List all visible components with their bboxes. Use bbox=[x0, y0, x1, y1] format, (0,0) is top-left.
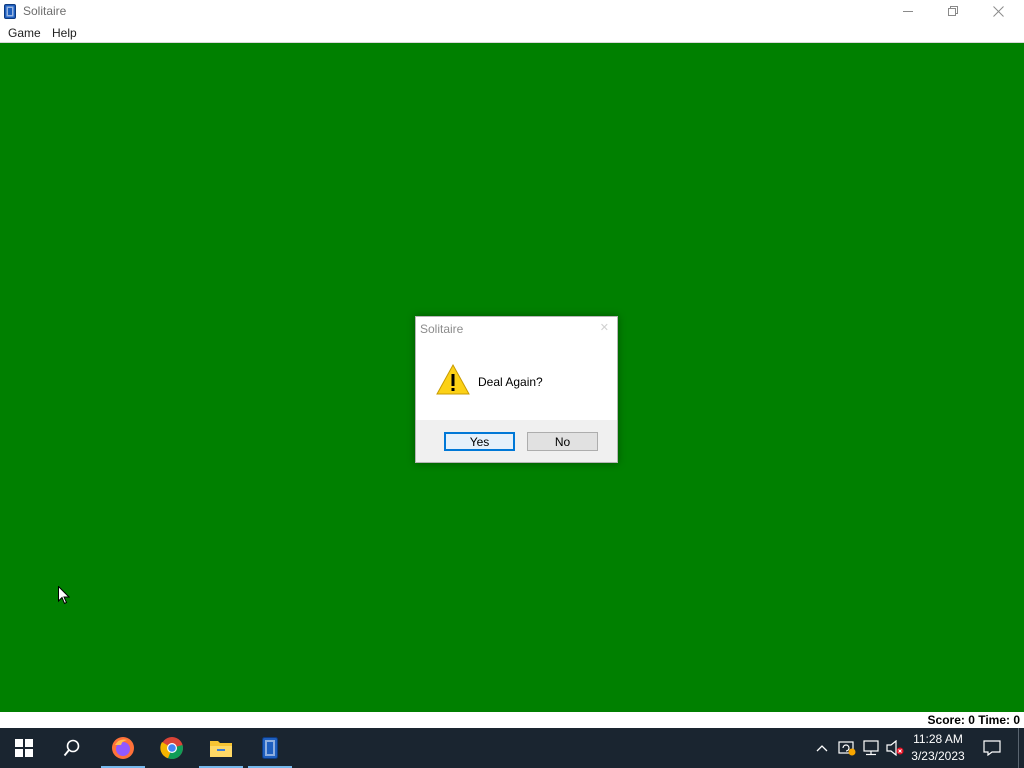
taskbar-chrome[interactable] bbox=[148, 728, 196, 768]
score-time-text: Score: 0 Time: 0 bbox=[927, 713, 1020, 727]
no-button[interactable]: No bbox=[527, 432, 598, 451]
show-desktop-divider[interactable] bbox=[1018, 728, 1019, 768]
dialog-message: Deal Again? bbox=[478, 375, 543, 389]
close-button[interactable] bbox=[976, 0, 1021, 23]
menu-help[interactable]: Help bbox=[52, 26, 77, 40]
title-bar: Solitaire bbox=[0, 0, 1024, 23]
action-center-button[interactable] bbox=[978, 728, 1006, 768]
tray-volume[interactable] bbox=[884, 728, 906, 768]
taskbar: 11:28 AM 3/23/2023 bbox=[0, 728, 1024, 768]
tray-update[interactable] bbox=[836, 728, 858, 768]
taskbar-file-explorer[interactable] bbox=[197, 728, 245, 768]
dialog-close-icon[interactable]: ✕ bbox=[600, 321, 609, 334]
menu-game[interactable]: Game bbox=[8, 26, 41, 40]
show-hidden-icons[interactable] bbox=[812, 728, 832, 768]
yes-button[interactable]: Yes bbox=[444, 432, 515, 451]
restore-button[interactable] bbox=[931, 0, 976, 23]
mouse-cursor-icon bbox=[58, 585, 71, 605]
status-bar: Score: 0 Time: 0 bbox=[0, 712, 1024, 728]
chrome-icon bbox=[160, 737, 183, 760]
taskbar-solitaire[interactable] bbox=[246, 728, 294, 768]
network-icon bbox=[863, 740, 879, 756]
tray-network[interactable] bbox=[860, 728, 882, 768]
notification-icon bbox=[983, 740, 1001, 756]
search-button[interactable] bbox=[48, 728, 96, 768]
volume-muted-icon bbox=[886, 740, 904, 756]
deal-again-dialog: Solitaire ✕ Deal Again? Yes No bbox=[415, 316, 618, 463]
windows-logo-icon bbox=[15, 739, 33, 757]
chevron-up-icon bbox=[816, 745, 828, 752]
menu-bar: Game Help bbox=[0, 23, 1024, 42]
clock-date: 3/23/2023 bbox=[911, 749, 965, 763]
clock-time: 11:28 AM bbox=[913, 732, 963, 746]
folder-icon bbox=[210, 741, 232, 757]
search-icon bbox=[63, 739, 80, 757]
solitaire-card-icon bbox=[4, 4, 16, 19]
taskbar-clock[interactable]: 11:28 AM 3/23/2023 bbox=[904, 731, 972, 765]
warning-icon bbox=[436, 363, 470, 397]
firefox-icon bbox=[112, 737, 134, 759]
shield-update-icon bbox=[838, 741, 856, 756]
solitaire-card-icon bbox=[262, 737, 278, 759]
start-button[interactable] bbox=[0, 728, 48, 768]
minimize-button[interactable] bbox=[886, 0, 931, 23]
window-title: Solitaire bbox=[23, 4, 67, 18]
taskbar-firefox[interactable] bbox=[99, 728, 147, 768]
dialog-title: Solitaire bbox=[420, 322, 464, 336]
dialog-button-area: Yes No bbox=[416, 420, 617, 462]
